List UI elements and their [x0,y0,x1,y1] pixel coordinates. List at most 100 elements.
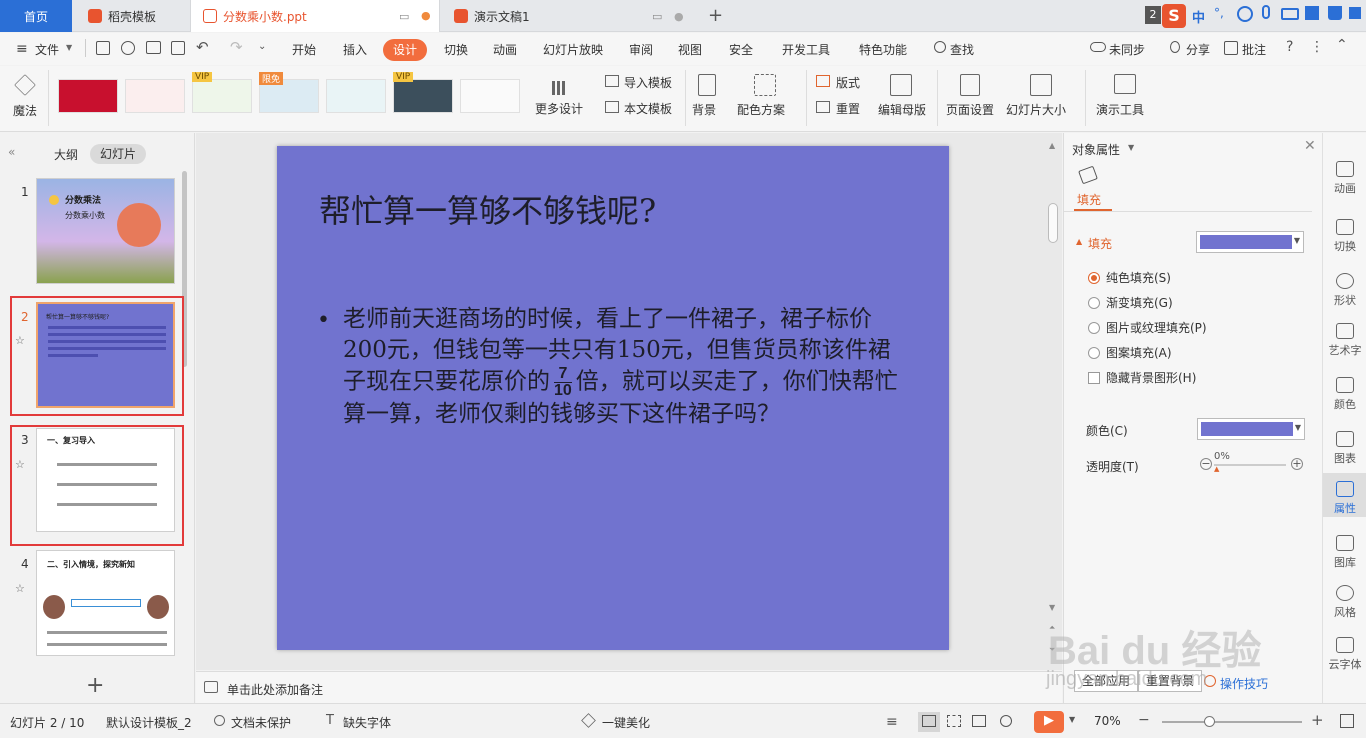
slide-body[interactable]: 老师前天逛商场的时候，看上了一件裙子，裙子标价200元，但钱包等一共只有150元… [343,304,905,430]
menu-file[interactable]: 文件 [35,41,59,58]
zoom-level[interactable]: 70% [1094,714,1121,728]
presenter-view-icon[interactable] [1000,715,1012,727]
beautify-button[interactable]: 一键美化 [602,714,650,731]
fill-section-title[interactable]: 填充 [1088,235,1112,252]
scroll-down-icon[interactable]: ▼ [1049,603,1055,612]
collapse-ribbon-icon[interactable]: ⌃ [1336,37,1348,53]
tab-template[interactable]: 稻壳模板 [74,0,188,32]
radio-selected[interactable] [1088,272,1100,284]
undo-icon[interactable]: ↶ [196,38,209,56]
fit-window-icon[interactable] [1340,714,1354,728]
outline-tab[interactable]: 大纲 [54,146,78,163]
radio[interactable] [1088,322,1100,334]
reading-view-icon[interactable] [972,715,986,727]
import-template-button[interactable]: 导入模板 [624,74,672,91]
comment-button[interactable]: 批注 [1242,41,1266,58]
slide-size-button[interactable]: 幻灯片大小 [1006,101,1066,118]
edit-master-button[interactable]: 编辑母版 [878,101,926,118]
redo-icon[interactable]: ↷ [230,38,243,56]
preview-icon[interactable] [171,41,185,55]
chevron-down-icon[interactable]: ▼ [1128,143,1134,152]
color-picker[interactable]: ▼ [1197,418,1305,440]
page-setup-button[interactable]: 页面设置 [946,101,994,118]
template-thumb-1[interactable] [58,79,118,113]
present-tools-button[interactable]: 演示工具 [1096,101,1144,118]
fill-color-picker[interactable]: ▼ [1196,231,1304,253]
sorter-view-icon[interactable] [947,715,961,727]
collapse-panel-icon[interactable]: « [8,145,15,159]
close-icon[interactable]: ✕ [1304,138,1316,154]
menu-features[interactable]: 特色功能 [859,41,907,58]
menu-slideshow[interactable]: 幻灯片放映 [543,41,603,58]
menu-dev-tools[interactable]: 开发工具 [782,41,830,58]
this-template-button[interactable]: 本文模板 [624,100,672,117]
menu-design-active[interactable]: 设计 [383,39,427,61]
template-thumb-2[interactable] [125,79,185,113]
zoom-out-button[interactable]: − [1138,712,1150,728]
window-icon-2[interactable]: ▭ [652,10,662,23]
transparency-slider[interactable] [1214,464,1286,466]
ime-mode[interactable]: 中 [1192,7,1205,26]
reset-button[interactable]: 重置 [836,100,860,117]
template-thumb-3[interactable] [192,79,252,113]
more-icon[interactable]: ⋮ [1310,39,1324,55]
shirt-icon[interactable] [1328,6,1342,20]
collapse-icon[interactable]: ▲ [1076,237,1082,246]
protect-status[interactable]: 文档未保护 [231,714,291,731]
zoom-slider-thumb[interactable] [1204,716,1215,727]
sidebar-animation[interactable]: 动画 [1323,161,1366,196]
more-design-button[interactable]: 更多设计 [535,100,583,117]
picture-fill-option[interactable]: 图片或纹理填充(P) [1088,319,1207,336]
save-icon[interactable] [96,41,110,55]
output-icon[interactable] [121,41,135,55]
tab-home[interactable]: 首页 [0,0,72,32]
tab-demo[interactable]: 演示文稿1 ▭ ● [442,0,692,32]
sync-status[interactable]: 未同步 [1109,41,1145,58]
new-tab-button[interactable]: + [708,5,723,26]
search-icon[interactable] [934,41,946,53]
sidebar-style[interactable]: 风格 [1323,585,1366,620]
panel-header[interactable]: 对象属性 [1072,141,1120,158]
menu-animation[interactable]: 动画 [493,41,517,58]
add-slide-button[interactable]: + [86,673,104,698]
help-icon[interactable]: ? [1286,39,1293,55]
chevron-down-icon[interactable]: ▼ [1069,715,1075,724]
customize-icon[interactable]: ⌄ [258,41,266,52]
solid-fill-option[interactable]: 纯色填充(S) [1088,269,1171,286]
menu-insert[interactable]: 插入 [343,41,367,58]
mic-icon[interactable] [1262,5,1270,19]
punct-icon[interactable]: °, [1214,6,1224,20]
template-name[interactable]: 默认设计模板_2 [106,714,192,731]
sidebar-shape[interactable]: 形状 [1323,273,1366,308]
sidebar-gallery[interactable]: 图库 [1323,535,1366,570]
tips-link[interactable]: 操作技巧 [1220,675,1268,692]
sidebar-transition[interactable]: 切换 [1323,219,1366,254]
scroll-up-icon[interactable]: ▲ [1049,141,1055,150]
chevron-down-icon[interactable]: ▼ [66,43,72,52]
magic-button[interactable]: 魔法 [13,102,37,119]
menu-start[interactable]: 开始 [292,41,316,58]
normal-view-icon[interactable] [922,715,936,727]
keyboard-icon[interactable] [1281,8,1299,20]
layout-button[interactable]: 版式 [836,74,860,91]
sidebar-chart[interactable]: 图表 [1323,431,1366,466]
color-scheme-button[interactable]: 配色方案 [737,101,785,118]
notes-toggle-icon[interactable]: ≡ [886,714,898,730]
menu-search[interactable]: 查找 [950,41,974,58]
template-thumb-7[interactable] [460,79,520,113]
notes-placeholder[interactable]: 单击此处添加备注 [227,681,323,698]
menu-security[interactable]: 安全 [729,41,753,58]
slides-tab[interactable]: 幻灯片 [90,144,146,164]
tab-ppt-active[interactable]: 分数乘小数.ppt ▭ ● [190,0,440,32]
slide-thumb-3[interactable]: 一、复习导入 [36,428,175,532]
slider-thumb[interactable]: ▲ [1214,465,1219,473]
radio[interactable] [1088,347,1100,359]
pattern-fill-option[interactable]: 图案填充(A) [1088,344,1172,361]
menu-review[interactable]: 审阅 [629,41,653,58]
notes-bar[interactable]: 单击此处添加备注 [196,671,1062,703]
slide-thumb-1[interactable]: 分数乘法 分数乘小数 [36,178,175,284]
radio[interactable] [1088,297,1100,309]
emoji-icon[interactable] [1237,6,1253,22]
canvas-scrollbar[interactable] [1048,203,1058,243]
fill-tab[interactable]: 填充 [1077,191,1101,208]
